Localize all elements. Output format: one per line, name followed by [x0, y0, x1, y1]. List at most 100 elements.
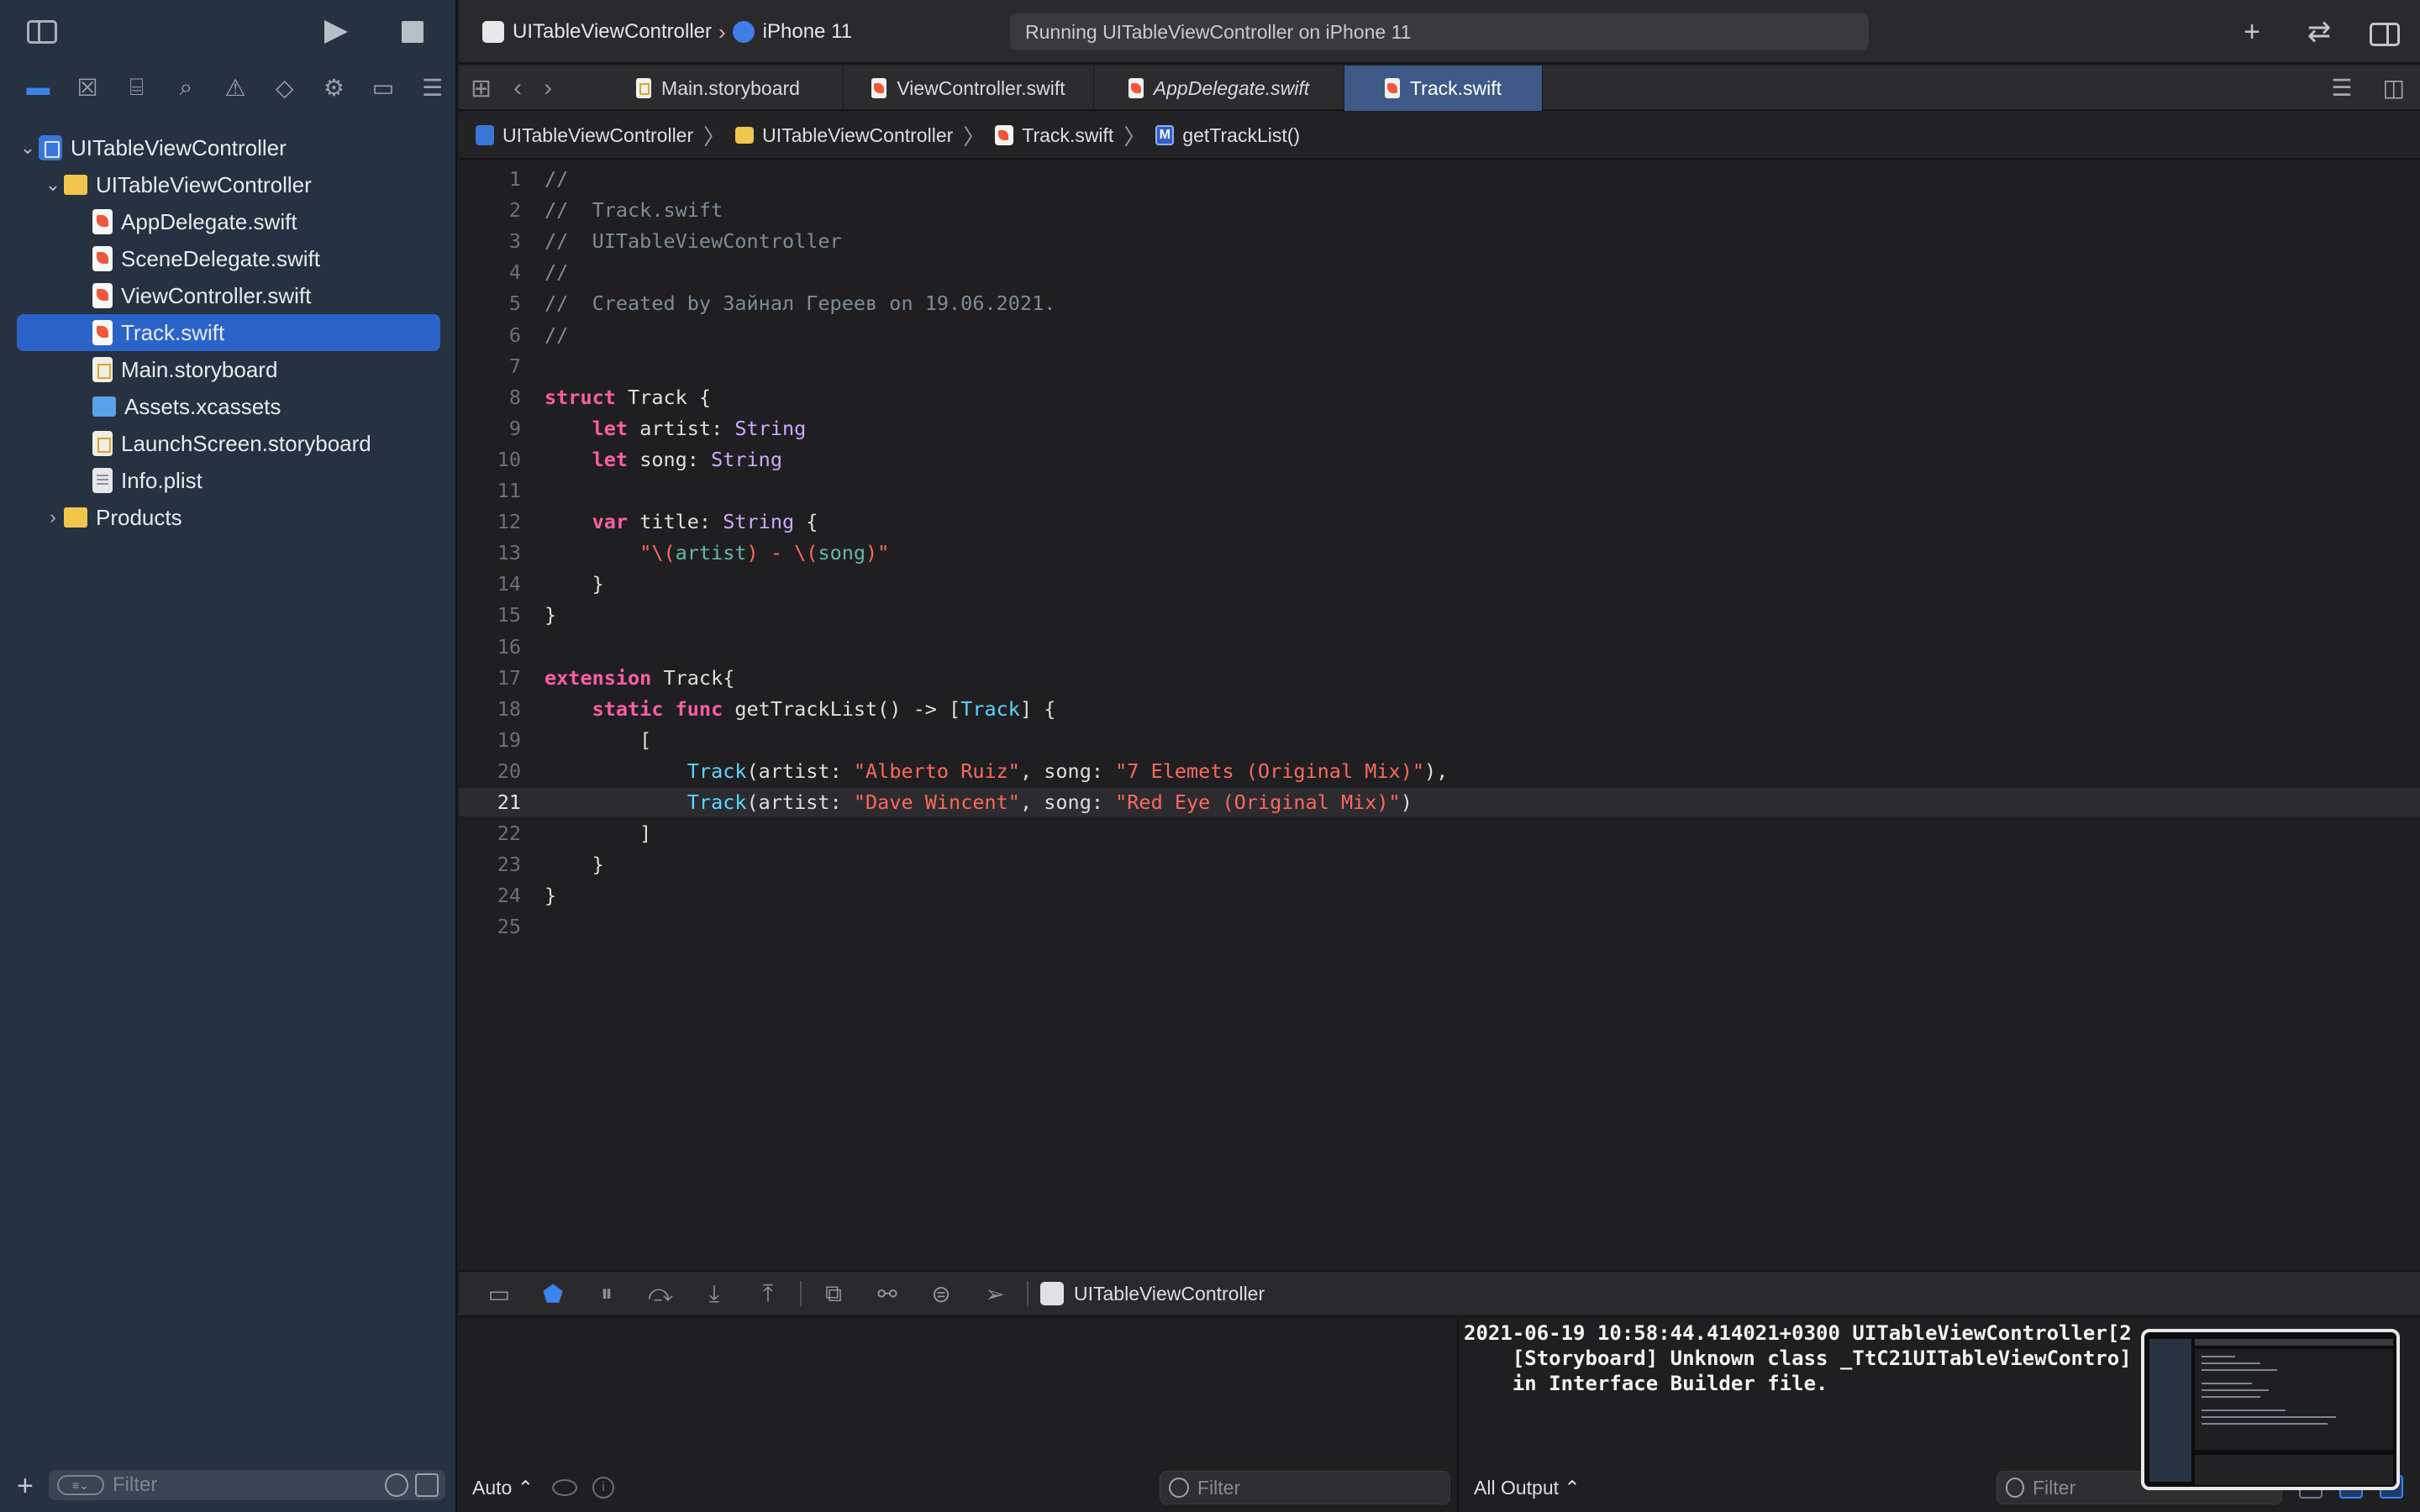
info-icon[interactable]: i [592, 1477, 614, 1499]
code-line[interactable]: 22 ] [459, 819, 2420, 848]
line-number[interactable]: 24 [459, 881, 521, 910]
variables-mode-select[interactable]: Auto ⌃ [472, 1477, 534, 1499]
source-control-icon[interactable]: ☒ [63, 71, 113, 104]
code-line[interactable]: 1 // [459, 165, 2420, 193]
tree-item-file[interactable]: Info.plist [92, 462, 203, 499]
chevron-down-icon[interactable]: ⌄ [42, 174, 64, 196]
line-number[interactable]: 23 [459, 850, 521, 879]
line-number[interactable]: 16 [459, 633, 521, 661]
code-text[interactable]: var title: String { [544, 507, 818, 536]
breakpoint-icon[interactable]: ▭ [359, 71, 408, 104]
arrows-swap-icon[interactable]: ⇄ [2302, 15, 2336, 49]
line-number[interactable]: 8 [459, 383, 521, 412]
test-diamond-icon[interactable]: ◇ [260, 71, 309, 104]
code-text[interactable]: // [544, 258, 568, 286]
code-line[interactable]: 15} [459, 601, 2420, 629]
code-line[interactable]: 4 // [459, 258, 2420, 286]
code-text[interactable]: } [544, 850, 604, 879]
tree-item-file[interactable]: AppDelegate.swift [92, 203, 297, 240]
line-number[interactable]: 13 [459, 538, 521, 567]
code-text[interactable]: static func getTrackList() -> [Track] { [544, 695, 1056, 723]
screenshot-thumbnail[interactable] [2141, 1329, 2400, 1490]
grid-icon[interactable]: ⊞ [471, 74, 492, 103]
code-line[interactable]: 16 [459, 633, 2420, 661]
debug-target-label[interactable]: UITableViewController [1074, 1283, 1265, 1305]
breadcrumb-group[interactable]: UITableViewController [762, 124, 953, 147]
tree-item-file[interactable]: LaunchScreen.storyboard [92, 425, 371, 462]
code-line[interactable]: 17 extension Track{ [459, 664, 2420, 692]
code-line[interactable]: 19 [ [459, 726, 2420, 754]
code-text[interactable]: Track(artist: "Alberto Ruiz", song: "7 E… [544, 757, 1449, 785]
navigator-filter-input[interactable] [113, 1473, 385, 1497]
step-into-icon[interactable]: ⤓ [687, 1277, 741, 1310]
line-number[interactable]: 10 [459, 445, 521, 474]
code-line[interactable]: 14 } [459, 570, 2420, 598]
line-number[interactable]: 7 [459, 352, 521, 381]
code-text[interactable]: struct Track { [544, 383, 711, 412]
code-line[interactable]: 24} [459, 881, 2420, 910]
code-line[interactable]: 25 [459, 912, 2420, 941]
symbol-icon[interactable]: ⌸ [112, 71, 161, 104]
step-over-icon[interactable]: ⤼ [634, 1277, 687, 1310]
code-text[interactable]: // [544, 165, 568, 193]
plus-icon[interactable]: + [2235, 15, 2269, 49]
code-line[interactable]: 20 Track(artist: "Alberto Ruiz", song: "… [459, 757, 2420, 785]
memory-graph-icon[interactable]: ⚯ [860, 1277, 914, 1310]
line-number[interactable]: 15 [459, 601, 521, 629]
code-line[interactable]: 18 static func getTrackList() -> [Track]… [459, 695, 2420, 723]
code-text[interactable]: [ [544, 726, 651, 754]
tree-item-file-selected[interactable]: Track.swift [17, 314, 440, 351]
line-number[interactable]: 22 [459, 819, 521, 848]
code-text[interactable]: } [544, 881, 556, 910]
code-line[interactable]: 9 let artist: String [459, 414, 2420, 443]
line-number[interactable]: 18 [459, 695, 521, 723]
code-line[interactable]: 3 // UITableViewController [459, 227, 2420, 255]
editor-options-icon[interactable]: ☰ [2331, 74, 2352, 102]
line-number[interactable]: 6 [459, 321, 521, 349]
code-text[interactable]: let song: String [544, 445, 782, 474]
line-number[interactable]: 4 [459, 258, 521, 286]
code-line[interactable]: 13 "\(artist) - \(song)" [459, 538, 2420, 567]
code-text[interactable]: // Track.swift [544, 196, 723, 224]
debug-spray-icon[interactable]: ⚙ [309, 71, 359, 104]
line-number[interactable]: 11 [459, 476, 521, 505]
source-editor[interactable]: 1 // 2 // Track.swift 3 // UITableViewControl… [459, 161, 2420, 1270]
code-line[interactable]: 2 // Track.swift [459, 196, 2420, 224]
console-output-select[interactable]: All Output ⌃ [1474, 1477, 1581, 1499]
code-text[interactable]: extension Track{ [544, 664, 734, 692]
breadcrumb-file[interactable]: Track.swift [1022, 124, 1113, 147]
code-line[interactable]: 5 // Created by Зайнал Гереев on 19.06.20… [459, 289, 2420, 318]
variables-filter-input[interactable] [1197, 1476, 1449, 1499]
tab-main-storyboard[interactable]: Main.storyboard [593, 66, 844, 111]
scheme-name[interactable]: UITableViewController [513, 20, 712, 44]
code-text[interactable]: let artist: String [544, 414, 807, 443]
code-text[interactable]: } [544, 601, 556, 629]
eye-icon[interactable] [551, 1479, 577, 1496]
tree-item-file[interactable]: Main.storyboard [92, 351, 277, 388]
code-text[interactable]: } [544, 570, 604, 598]
tree-item-project[interactable]: ⌄ UITableViewController [17, 129, 287, 166]
split-editor-icon[interactable]: ◫ [2383, 74, 2405, 102]
line-number[interactable]: 14 [459, 570, 521, 598]
line-number[interactable]: 5 [459, 289, 521, 318]
tree-item-file[interactable]: Assets.xcassets [92, 388, 281, 425]
code-text[interactable]: ] [544, 819, 651, 848]
run-destination[interactable]: iPhone 11 [763, 20, 852, 44]
step-out-icon[interactable]: ⤒ [741, 1277, 795, 1310]
breakpoints-toggle-icon[interactable]: ⬟ [526, 1277, 580, 1310]
inspector-toggle-icon[interactable] [2370, 23, 2400, 46]
forward-arrow-icon[interactable]: › [544, 74, 552, 102]
line-number[interactable]: 25 [459, 912, 521, 941]
code-text[interactable]: // Created by Зайнал Гереев on 19.06.202… [544, 289, 1055, 318]
source-control-filter-icon[interactable] [415, 1473, 439, 1497]
stop-button[interactable] [402, 21, 424, 43]
view-hierarchy-icon[interactable]: ⧉ [807, 1277, 860, 1310]
line-number[interactable]: 19 [459, 726, 521, 754]
code-line[interactable]: 12 var title: String { [459, 507, 2420, 536]
tab-appdelegate-swift[interactable]: AppDelegate.swift [1094, 66, 1344, 111]
simulate-location-icon[interactable]: ➢ [968, 1277, 1022, 1310]
tree-item-folder[interactable]: ⌄ UITableViewController [42, 166, 312, 203]
folder-icon[interactable]: ▬ [13, 71, 63, 104]
recent-files-icon[interactable] [385, 1473, 408, 1497]
code-line[interactable]: 7 [459, 352, 2420, 381]
